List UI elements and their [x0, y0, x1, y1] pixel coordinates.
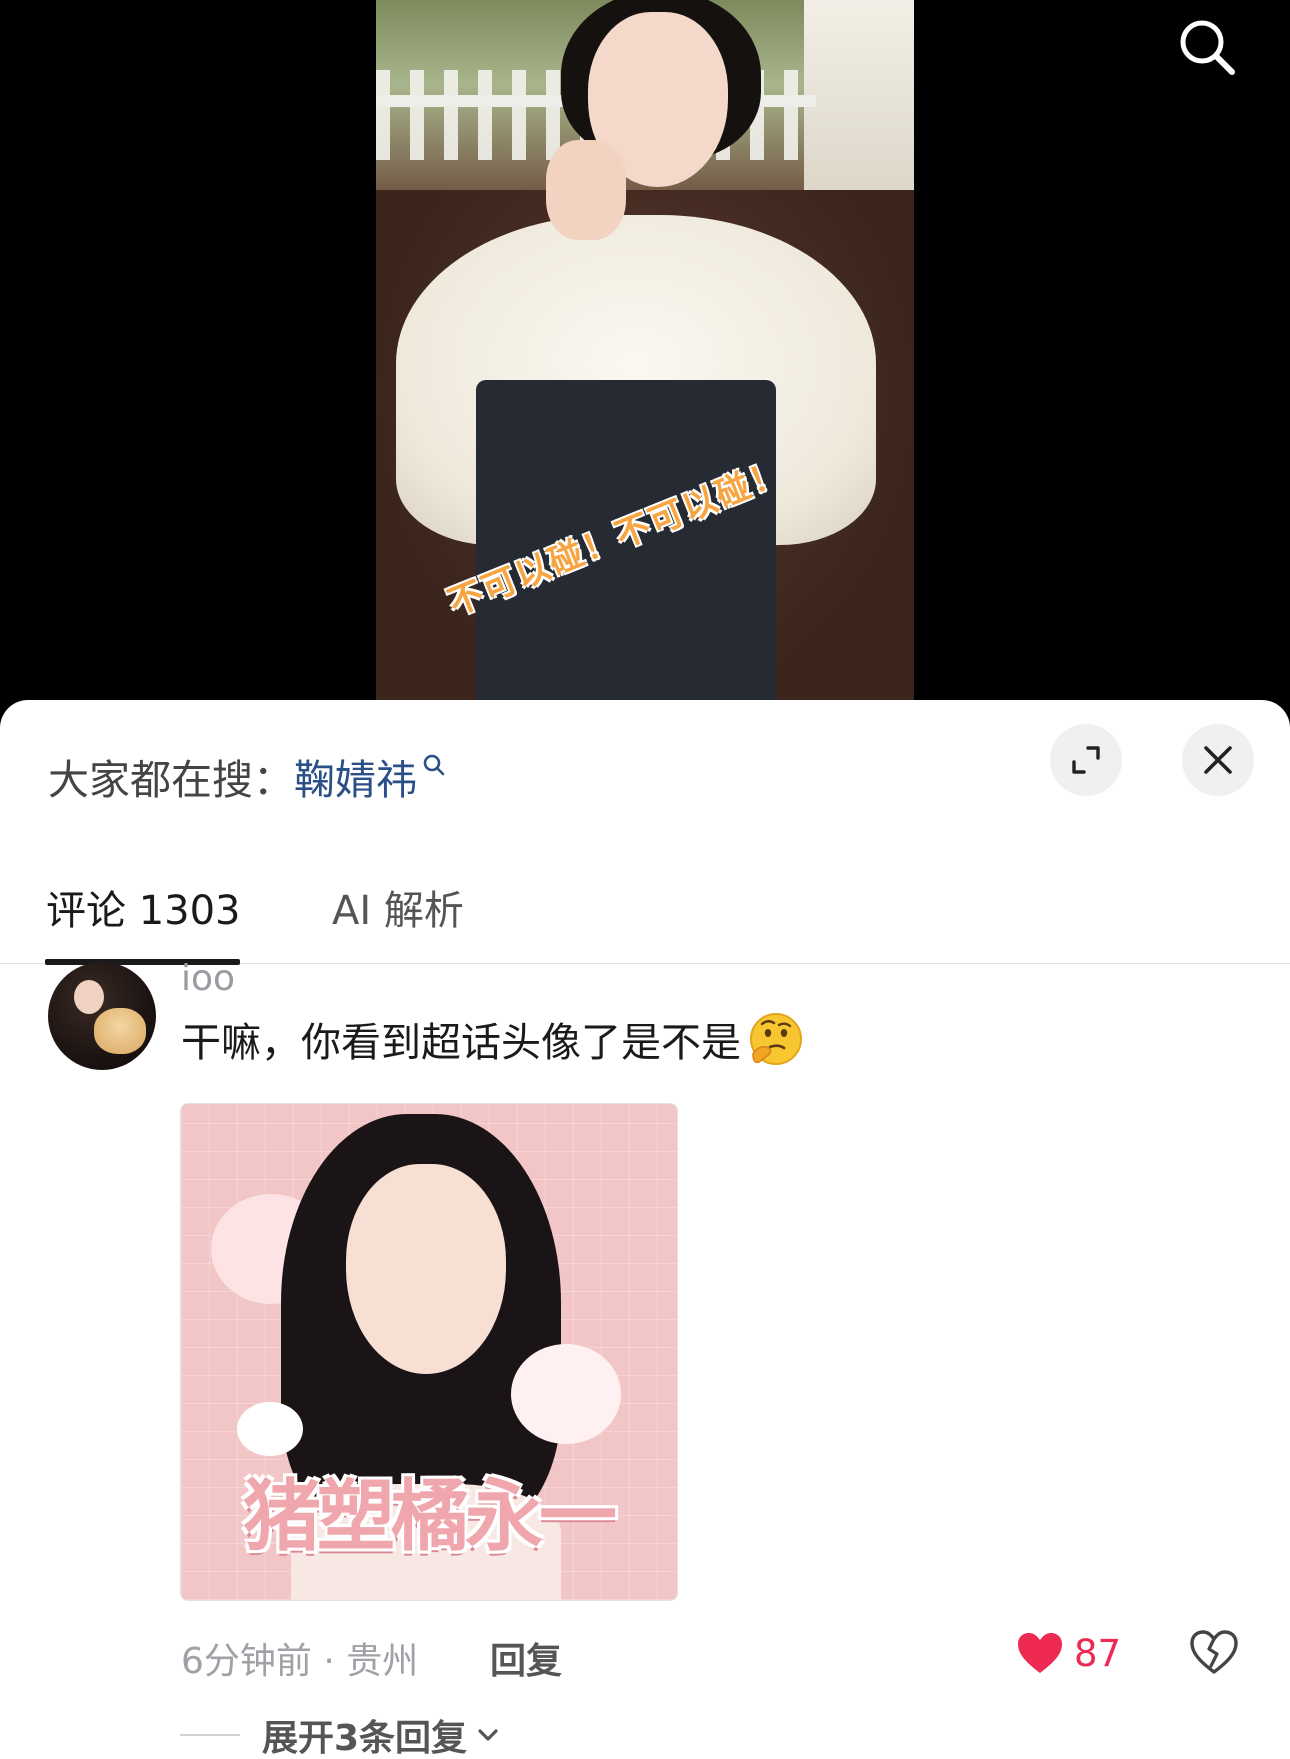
expand-icon: [1072, 746, 1100, 774]
pig-nose-decoration: [237, 1402, 303, 1456]
image-caption-text: 猪塑橘永一: [243, 1472, 617, 1562]
comment-image[interactable]: 猪塑橘永一: [180, 1103, 678, 1601]
close-icon: [1204, 746, 1232, 774]
like-button[interactable]: 87: [1016, 1628, 1121, 1678]
video-frame[interactable]: 不可以碰！不可以碰！: [376, 0, 914, 705]
like-count: 87: [1074, 1631, 1122, 1675]
chevron-down-icon: [478, 1729, 498, 1741]
tab-ai-analysis[interactable]: AI 解析: [332, 878, 464, 936]
dislike-button[interactable]: [1190, 1630, 1238, 1678]
close-button[interactable]: [1182, 724, 1254, 796]
trending-prefix: 大家都在搜：: [48, 756, 294, 804]
avatar[interactable]: [48, 962, 156, 1070]
comment-body: 干嘛，你看到超话头像了是不是: [181, 1010, 805, 1068]
trending-search[interactable]: 大家都在搜： 鞠婧祎: [48, 746, 447, 806]
comment-sheet: 大家都在搜： 鞠婧祎 评论 1303 AI 解析 ioo 干嘛，你看到超话头像了…: [0, 700, 1290, 1759]
thinking-face-icon: [750, 1013, 802, 1065]
avatar-face: [74, 980, 104, 1014]
avatar-dog: [94, 1008, 146, 1054]
expand-replies-label: 展开3条回复: [262, 1718, 468, 1759]
expand-button[interactable]: [1050, 724, 1122, 796]
comment-text: 干嘛，你看到超话头像了是不是: [181, 1020, 741, 1066]
comment-tabs: 评论 1303 AI 解析: [0, 860, 1290, 965]
small-search-icon: [423, 754, 445, 776]
portrait-face: [346, 1164, 506, 1374]
tab-comments[interactable]: 评论 1303: [46, 878, 241, 936]
trending-term-link[interactable]: 鞠婧祎: [294, 746, 417, 806]
broken-heart-icon: [1190, 1630, 1238, 1674]
comment-username[interactable]: ioo: [181, 958, 235, 999]
video-player[interactable]: 不可以碰！不可以碰！: [0, 0, 1290, 720]
search-button[interactable]: [1172, 12, 1242, 82]
comment-meta: 6分钟前 · 贵州: [181, 1641, 419, 1682]
reply-button[interactable]: 回复: [490, 1632, 562, 1684]
expand-divider-line: [180, 1734, 240, 1736]
pig-sticker-decoration: [511, 1344, 621, 1444]
heart-filled-icon: [1018, 1633, 1062, 1673]
hand-shape: [546, 140, 626, 240]
search-icon: [1180, 20, 1235, 75]
expand-replies-button[interactable]: 展开3条回复: [180, 1709, 501, 1759]
